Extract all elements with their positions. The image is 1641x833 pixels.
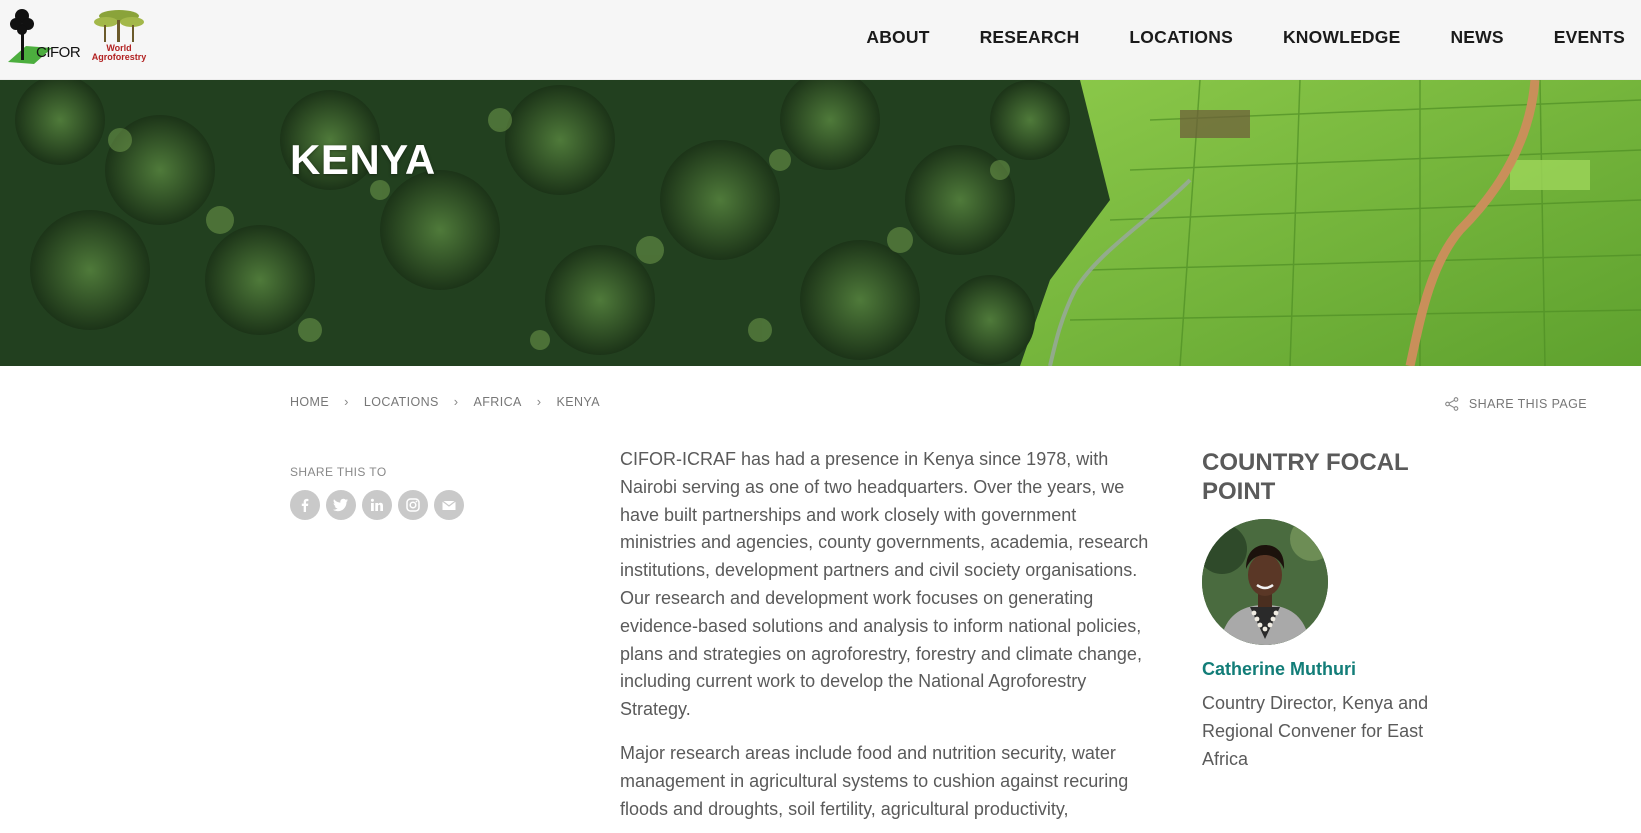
world-agroforestry-logo-text: World Agroforestry: [88, 44, 150, 62]
nav-events[interactable]: EVENTS: [1554, 27, 1625, 48]
social-share-buttons: [290, 490, 464, 520]
hero-forest-image: [0, 80, 1641, 366]
breadcrumb-kenya: KENYA: [556, 394, 600, 409]
acacia-tree-icon: [94, 10, 144, 42]
article-paragraph: CIFOR-ICRAF has had a presence in Kenya …: [620, 449, 1149, 720]
breadcrumb: HOME › LOCATIONS › AFRICA › KENYA: [290, 394, 600, 409]
linkedin-share-button[interactable]: [362, 490, 392, 520]
email-share-button[interactable]: [434, 490, 464, 520]
linkedin-icon: [370, 498, 383, 511]
breadcrumb-africa[interactable]: AFRICA: [474, 395, 522, 409]
cifor-logo-text: CIFOR: [36, 44, 81, 61]
world-agroforestry-logo[interactable]: World Agroforestry: [88, 6, 150, 64]
email-icon: [442, 500, 456, 510]
facebook-icon: [301, 498, 309, 512]
main-nav: ABOUT RESEARCH LOCATIONS KNOWLEDGE NEWS …: [866, 0, 1625, 74]
article-body: CIFOR-ICRAF has had a presence in Kenya …: [620, 446, 1150, 823]
instagram-icon: [406, 498, 420, 512]
nav-research[interactable]: RESEARCH: [980, 27, 1080, 48]
share-this-page-button[interactable]: SHARE THIS PAGE: [1445, 397, 1587, 411]
breadcrumb-separator: ›: [536, 394, 542, 409]
focal-point-name-link[interactable]: Catherine Muthuri: [1202, 659, 1356, 680]
nav-news[interactable]: NEWS: [1450, 27, 1503, 48]
breadcrumb-separator: ›: [453, 394, 459, 409]
twitter-share-button[interactable]: [326, 490, 356, 520]
instagram-share-button[interactable]: [398, 490, 428, 520]
focal-point-heading: COUNTRY FOCAL POINT: [1202, 449, 1409, 505]
twitter-icon: [333, 498, 348, 512]
share-this-page-label: SHARE THIS PAGE: [1468, 397, 1587, 411]
article-paragraph: Major research areas include food and nu…: [620, 742, 1129, 819]
page-title: KENYA: [290, 136, 436, 183]
site-header: CIFOR World Agroforestry ABOUT RESEARCH …: [0, 0, 1641, 80]
hero-banner: KENYA: [0, 80, 1641, 366]
facebook-share-button[interactable]: [290, 490, 320, 520]
share-to-label: SHARE THIS TO: [290, 465, 387, 479]
breadcrumb-separator: ›: [344, 394, 349, 409]
avatar[interactable]: [1202, 519, 1328, 645]
nav-knowledge[interactable]: KNOWLEDGE: [1283, 27, 1401, 48]
cifor-logo[interactable]: CIFOR: [6, 6, 81, 66]
nav-locations[interactable]: LOCATIONS: [1129, 27, 1233, 48]
breadcrumb-home[interactable]: HOME: [290, 395, 329, 409]
share-icon: [1445, 397, 1459, 411]
nav-about[interactable]: ABOUT: [866, 27, 929, 48]
logo-text-line-2: Agroforestry: [91, 52, 147, 62]
breadcrumb-locations[interactable]: LOCATIONS: [364, 395, 439, 409]
focal-point-role: Country Director, Kenya and Regional Con…: [1202, 693, 1429, 769]
person-photo: [1202, 519, 1328, 645]
